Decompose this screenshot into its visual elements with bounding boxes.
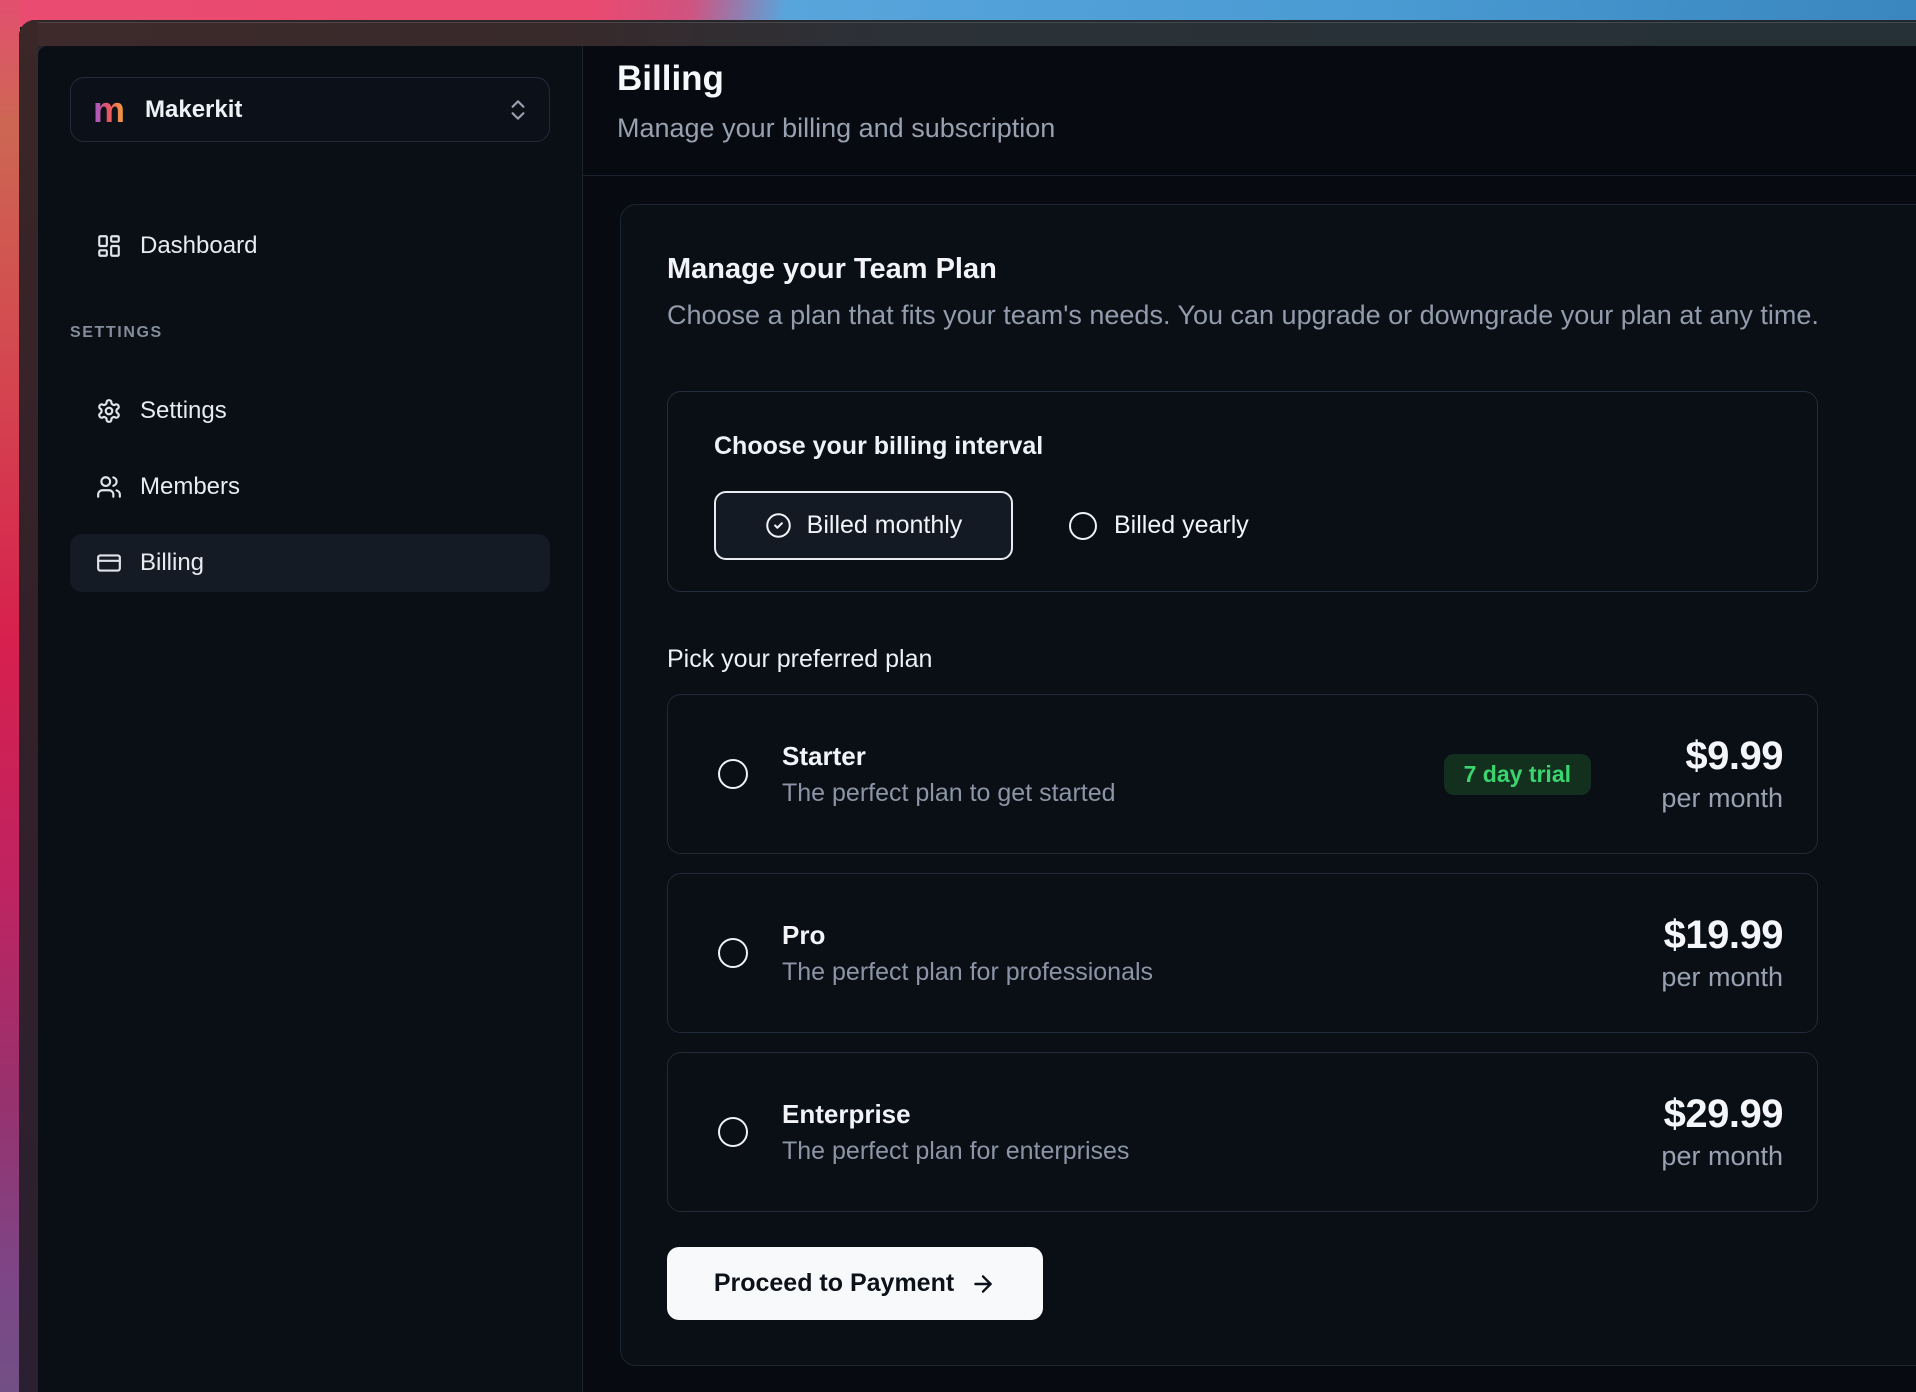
workspace-name: Makerkit (145, 96, 242, 124)
sidebar-item-settings[interactable]: Settings (70, 382, 550, 440)
sidebar-item-label: Members (140, 473, 240, 501)
arrow-right-icon (970, 1271, 996, 1297)
sidebar-settings-group: Settings Members (70, 382, 550, 592)
window-left-edge (19, 20, 38, 1392)
plan-price: $29.99 (1643, 1094, 1783, 1134)
billing-interval-box: Choose your billing interval Billed mont… (667, 391, 1818, 592)
plan-meta: $19.99 per month (1643, 915, 1783, 991)
plan-row-pro[interactable]: Pro The perfect plan for professionals $… (667, 873, 1818, 1033)
plan-name: Starter (782, 743, 1116, 769)
sidebar-item-members[interactable]: Members (70, 458, 550, 516)
plan-description: The perfect plan for enterprises (782, 1139, 1129, 1164)
plan-price: $9.99 (1643, 736, 1783, 776)
sidebar: m Makerkit Dashboard (38, 46, 583, 1392)
radio-circle-icon[interactable] (718, 938, 748, 968)
page-title: Billing (617, 61, 1916, 96)
gear-icon (96, 398, 122, 424)
wallpaper-left-strip (0, 0, 20, 1392)
main-content: Billing Manage your billing and subscrip… (583, 46, 1916, 1392)
plan-price: $19.99 (1643, 915, 1783, 955)
chevrons-up-down-icon (505, 97, 531, 123)
billing-interval-options: Billed monthly Billed yearly (714, 491, 1771, 560)
billed-yearly-label: Billed yearly (1114, 511, 1249, 540)
plan-description: The perfect plan to get started (782, 781, 1116, 806)
page-header: Billing Manage your billing and subscrip… (583, 46, 1916, 176)
plan-row-enterprise[interactable]: Enterprise The perfect plan for enterpri… (667, 1052, 1818, 1212)
plan-price-block: $9.99 per month (1643, 736, 1783, 812)
check-circle-icon (765, 512, 792, 539)
window-content: m Makerkit Dashboard (38, 46, 1916, 1392)
credit-card-icon (96, 550, 122, 576)
plan-description: The perfect plan for professionals (782, 960, 1153, 985)
plan-period: per month (1643, 1143, 1783, 1170)
users-icon (96, 474, 122, 500)
plan-meta: $29.99 per month (1643, 1094, 1783, 1170)
sidebar-item-dashboard[interactable]: Dashboard (70, 222, 550, 270)
plan-text: Enterprise The perfect plan for enterpri… (782, 1101, 1129, 1164)
radio-circle-icon[interactable] (718, 1117, 748, 1147)
plan-text: Starter The perfect plan to get started (782, 743, 1116, 806)
plan-name: Pro (782, 922, 1153, 948)
plan-price-block: $29.99 per month (1643, 1094, 1783, 1170)
team-plan-card: Manage your Team Plan Choose a plan that… (620, 204, 1916, 1366)
desktop-screen: m Makerkit Dashboard (0, 0, 1916, 1392)
billed-monthly-option[interactable]: Billed monthly (714, 491, 1013, 560)
workspace-switcher[interactable]: m Makerkit (70, 77, 550, 142)
plans-section-label: Pick your preferred plan (667, 647, 1885, 672)
window-top-edge (19, 20, 1916, 46)
proceed-to-payment-button[interactable]: Proceed to Payment (667, 1247, 1043, 1320)
billed-monthly-label: Billed monthly (807, 511, 963, 540)
plan-meta: 7 day trial $9.99 per month (1444, 736, 1783, 812)
plan-period: per month (1643, 785, 1783, 812)
plan-row-starter[interactable]: Starter The perfect plan to get started … (667, 694, 1818, 854)
radio-circle-icon (1069, 512, 1097, 540)
sidebar-item-label: Settings (140, 397, 227, 425)
card-description: Choose a plan that fits your team's need… (667, 302, 1885, 329)
billed-yearly-option[interactable]: Billed yearly (1069, 511, 1249, 540)
sidebar-section-settings: SETTINGS (70, 324, 550, 342)
layout-dashboard-icon (96, 233, 122, 259)
plan-price-block: $19.99 per month (1643, 915, 1783, 991)
card-title: Manage your Team Plan (667, 255, 1885, 284)
sidebar-item-billing[interactable]: Billing (70, 534, 550, 592)
trial-badge: 7 day trial (1444, 754, 1591, 795)
plan-period: per month (1643, 964, 1783, 991)
radio-circle-icon[interactable] (718, 759, 748, 789)
proceed-to-payment-label: Proceed to Payment (714, 1269, 954, 1298)
plan-name: Enterprise (782, 1101, 1129, 1127)
billing-interval-label: Choose your billing interval (714, 434, 1771, 459)
app-window: m Makerkit Dashboard (19, 20, 1916, 1392)
sidebar-item-label: Billing (140, 549, 204, 577)
makerkit-logo-icon: m (93, 92, 125, 128)
plan-text: Pro The perfect plan for professionals (782, 922, 1153, 985)
page-subtitle: Manage your billing and subscription (617, 115, 1916, 142)
sidebar-item-label: Dashboard (140, 232, 257, 260)
